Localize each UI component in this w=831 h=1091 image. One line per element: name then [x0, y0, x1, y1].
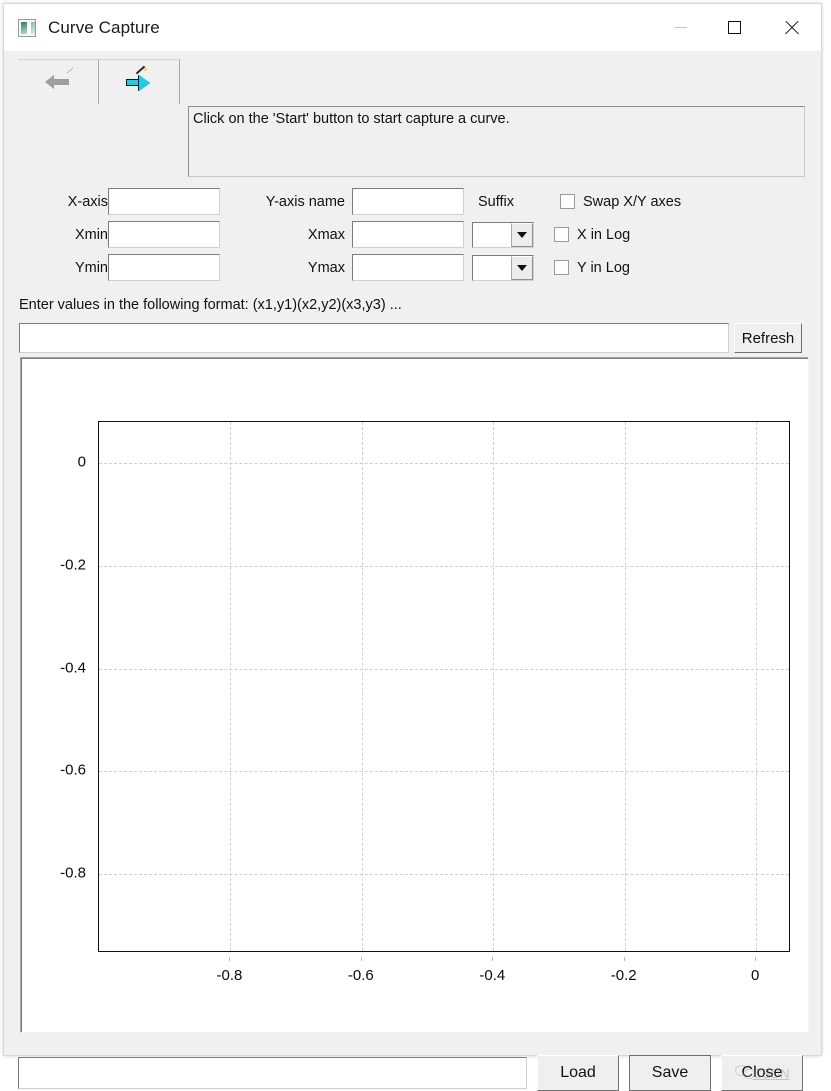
- minimize-button[interactable]: [653, 4, 707, 51]
- start-capture-button[interactable]: [99, 60, 179, 104]
- y-tick-label: -0.8: [60, 864, 86, 882]
- maximize-icon: [727, 21, 741, 34]
- grid-line-horizontal: [99, 873, 789, 875]
- x-in-log-label: X in Log: [577, 226, 631, 243]
- instruction-text: Click on the 'Start' button to start cap…: [188, 106, 805, 177]
- x-log-checkbox-row[interactable]: X in Log: [554, 227, 630, 243]
- ymax-label: Ymax: [307, 259, 345, 276]
- file-path-input[interactable]: [18, 1057, 527, 1089]
- suffix-label: Suffix: [478, 193, 515, 210]
- x-tick-label: 0: [750, 967, 760, 984]
- app-icon: [18, 18, 36, 37]
- values-entry-row: Refresh: [19, 323, 809, 353]
- y-axis-tick-labels: 0 -0.2 -0.4 -0.6 -0.8: [21, 421, 86, 952]
- suffix-y-dropdown-button[interactable]: [511, 255, 533, 280]
- maximize-button[interactable]: [707, 4, 761, 51]
- x-tick-label: -0.6: [347, 967, 374, 984]
- x-axis-tick-labels: -0.8 -0.6 -0.4 -0.2 0: [98, 957, 790, 984]
- close-window-button[interactable]: [761, 4, 821, 51]
- grid-line-vertical: [756, 422, 758, 951]
- form-row-x-range: Xmin Xmax X in Log: [18, 218, 808, 251]
- grid-line-horizontal: [99, 463, 789, 465]
- x-tick-mark: [755, 957, 757, 961]
- toolbar-separator-2: [179, 60, 180, 104]
- chevron-down-icon: [517, 231, 527, 238]
- x-in-log-checkbox[interactable]: [554, 227, 569, 242]
- back-button[interactable]: [18, 60, 98, 104]
- x-tick-label: -0.4: [479, 967, 506, 984]
- close-button-label: Close: [741, 1064, 783, 1081]
- x-tick-label: -0.2: [610, 967, 637, 984]
- chevron-down-icon: [517, 264, 527, 271]
- refresh-button[interactable]: Refresh: [734, 323, 802, 353]
- grid-line-vertical: [493, 422, 495, 951]
- x-tick-mark: [492, 957, 494, 961]
- x-tick-mark: [229, 957, 231, 961]
- save-button[interactable]: Save: [629, 1055, 711, 1091]
- window-title: Curve Capture: [48, 17, 160, 37]
- y-in-log-label: Y in Log: [577, 259, 630, 276]
- xmax-input[interactable]: [352, 221, 464, 248]
- title-bar: Curve Capture: [4, 4, 821, 51]
- x-tick-mark: [360, 957, 362, 961]
- y-tick-label: -0.2: [60, 556, 86, 574]
- toolbar: [18, 59, 181, 132]
- client-area: Click on the 'Start' button to start cap…: [4, 51, 821, 1091]
- grid-line-horizontal: [99, 668, 789, 670]
- window-controls: [653, 4, 821, 51]
- form-row-axis-names: X-axis Y-axis name Suffix Swap X/Y axes: [18, 185, 808, 218]
- x-axis-label: X-axis: [67, 193, 108, 210]
- ymax-input[interactable]: [352, 254, 464, 281]
- y-in-log-checkbox[interactable]: [554, 260, 569, 275]
- ymin-label: Ymin: [74, 259, 108, 276]
- back-arrow-icon: [45, 67, 74, 90]
- y-axis-label: Y-axis name: [265, 193, 345, 210]
- swap-axes-label: Swap X/Y axes: [583, 193, 682, 210]
- swap-axes-checkbox-row[interactable]: Swap X/Y axes: [560, 194, 681, 210]
- grid-line-horizontal: [99, 771, 789, 773]
- chart-panel[interactable]: 0 -0.2 -0.4 -0.6 -0.8 -0.8 -0.6 -0.4 -0.2 0: [20, 357, 809, 1033]
- suffix-y-dropdown[interactable]: [472, 254, 534, 281]
- magic-wand-forward-arrow-icon: [125, 65, 153, 91]
- suffix-x-dropdown[interactable]: [472, 221, 534, 248]
- close-button[interactable]: Close CSDN: [721, 1055, 803, 1091]
- suffix-x-value: [473, 222, 511, 247]
- xmin-label: Xmin: [74, 226, 108, 243]
- y-tick-label: -0.4: [60, 659, 86, 677]
- axis-settings-form: X-axis Y-axis name Suffix Swap X/Y axes …: [18, 185, 808, 284]
- ymin-input[interactable]: [108, 254, 220, 281]
- app-window: Curve Capture Click on the 'Start' butto…: [3, 3, 822, 1091]
- swap-axes-checkbox[interactable]: [560, 194, 575, 209]
- plot-area[interactable]: [98, 421, 790, 952]
- bottom-bar: Load Save Close CSDN: [18, 1055, 813, 1091]
- y-tick-label: -0.6: [60, 761, 86, 779]
- y-axis-input[interactable]: [352, 188, 464, 215]
- grid-line-vertical: [624, 422, 626, 951]
- x-tick-mark: [623, 957, 625, 961]
- values-format-hint: Enter values in the following format: (x…: [19, 297, 402, 313]
- y-log-checkbox-row[interactable]: Y in Log: [554, 260, 630, 276]
- grid-line-vertical: [361, 422, 363, 951]
- minimize-icon: [673, 27, 687, 28]
- grid-line-vertical: [230, 422, 232, 951]
- xmin-input[interactable]: [108, 221, 220, 248]
- x-axis-input[interactable]: [108, 188, 220, 215]
- values-input[interactable]: [19, 323, 729, 353]
- suffix-y-value: [473, 255, 511, 280]
- load-button[interactable]: Load: [537, 1055, 619, 1091]
- y-tick-label: 0: [77, 453, 86, 471]
- suffix-x-dropdown-button[interactable]: [511, 222, 533, 247]
- close-icon: [783, 20, 799, 36]
- form-row-y-range: Ymin Ymax Y in Log: [18, 251, 808, 284]
- xmax-label: Xmax: [307, 226, 345, 243]
- grid-line-horizontal: [99, 565, 789, 567]
- x-tick-label: -0.8: [216, 967, 243, 984]
